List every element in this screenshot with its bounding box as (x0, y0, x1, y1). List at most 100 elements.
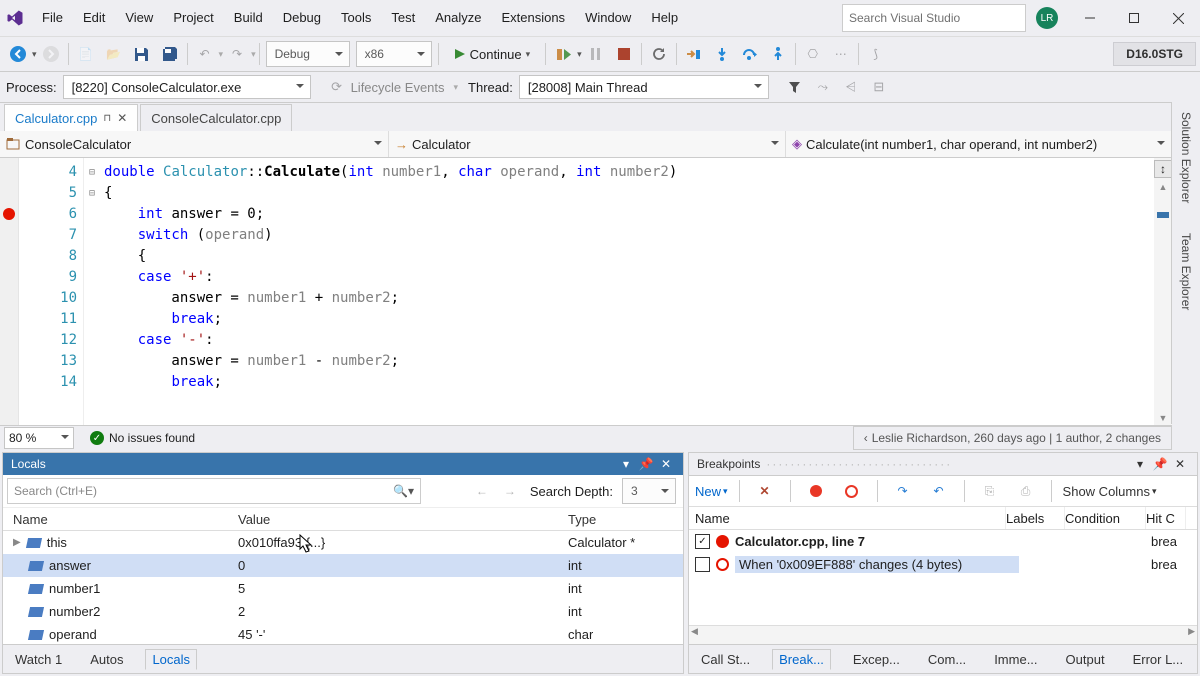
bp-delete-icon[interactable]: ✕ (752, 478, 778, 504)
locals-row-answer[interactable]: answer 0 int (3, 554, 683, 577)
fold-gutter[interactable]: ⊟⊟ (84, 158, 100, 425)
nav-class-combo[interactable]: →Calculator (389, 131, 786, 157)
tab-output[interactable]: Output (1060, 650, 1111, 669)
menu-tools[interactable]: Tools (331, 0, 381, 36)
stop-icon[interactable] (611, 41, 637, 67)
minimize-button[interactable] (1068, 0, 1112, 36)
maximize-button[interactable] (1112, 0, 1156, 36)
breakpoint-dot[interactable] (3, 208, 15, 220)
bp-goto2-icon[interactable]: ⎙ (1013, 478, 1039, 504)
team-explorer-tab[interactable]: Team Explorer (1176, 227, 1196, 316)
debug-icon-c[interactable]: ⟆ (863, 41, 889, 67)
locals-row-number2[interactable]: number2 2int (3, 600, 683, 623)
nav-fwd-button[interactable] (38, 41, 64, 67)
filter2-icon[interactable]: ⤳ (810, 74, 836, 100)
bp-pin-icon[interactable]: 📌 (1151, 455, 1169, 473)
menu-analyze[interactable]: Analyze (425, 0, 491, 36)
tab-autos[interactable]: Autos (84, 650, 129, 669)
nav-project-combo[interactable]: ConsoleCalculator (0, 131, 389, 157)
bp-enable-icon[interactable] (803, 478, 829, 504)
lifecycle-label[interactable]: Lifecycle Events (351, 80, 445, 95)
bp-item-2[interactable]: When '0x009EF888' changes (4 bytes) brea (689, 553, 1197, 576)
bp-checkbox[interactable] (695, 557, 710, 572)
locals-row-this[interactable]: ▶this 0x010ffa93 {...} Calculator * (3, 531, 683, 554)
search-icon[interactable]: 🔍▾ (393, 484, 414, 498)
debug-icon-b[interactable]: ⋯ (828, 41, 854, 67)
search-depth-combo[interactable]: 3 (622, 478, 676, 504)
bp-item-1[interactable]: ✓ Calculator.cpp, line 7 brea (689, 530, 1197, 553)
filter4-icon[interactable]: ⊟ (866, 74, 892, 100)
debug-btn-1[interactable] (550, 41, 576, 67)
new-file-icon[interactable]: 📄 (73, 41, 99, 67)
continue-button[interactable]: Continue ▾ (446, 41, 539, 67)
save-icon[interactable] (129, 41, 155, 67)
platform-combo[interactable]: x86 (356, 41, 432, 67)
pin-icon[interactable]: ⊓ (103, 113, 111, 124)
breakpoints-header[interactable]: Breakpoints ····························… (689, 453, 1197, 476)
bp-checkbox[interactable]: ✓ (695, 534, 710, 549)
open-file-icon[interactable]: 📂 (101, 41, 127, 67)
next-result-icon[interactable]: → (497, 478, 523, 504)
menu-window[interactable]: Window (575, 0, 641, 36)
locals-columns[interactable]: Name Value Type (3, 508, 683, 531)
code-text[interactable]: double Calculator::Calculate(int number1… (100, 158, 1154, 425)
tab-locals[interactable]: Locals (145, 649, 197, 670)
bp-new-button[interactable]: New▾ (695, 484, 728, 499)
zoom-combo[interactable]: 80 % (4, 427, 74, 449)
bp-import-icon[interactable]: ↷ (890, 478, 916, 504)
bp-dropdown-icon[interactable]: ▾ (1131, 455, 1149, 473)
menu-view[interactable]: View (115, 0, 163, 36)
code-editor[interactable]: 4567891011121314 ⊟⊟ double Calculator::C… (0, 158, 1172, 425)
step-over-icon[interactable] (737, 41, 763, 67)
close-button[interactable] (1156, 0, 1200, 36)
filter3-icon[interactable]: ⩤ (838, 74, 864, 100)
tab-consolecalculator[interactable]: ConsoleCalculator.cpp (140, 104, 292, 131)
nav-member-combo[interactable]: ◈Calculate(int number1, char operand, in… (786, 131, 1172, 157)
locals-header[interactable]: Locals ▾ 📌 ✕ (3, 453, 683, 475)
tab-exceptions[interactable]: Excep... (847, 650, 906, 669)
show-next-stmt-icon[interactable] (681, 41, 707, 67)
bp-close-icon[interactable]: ✕ (1171, 455, 1189, 473)
thread-combo[interactable]: [28008] Main Thread (519, 75, 769, 99)
step-into-icon[interactable] (709, 41, 735, 67)
locals-row-number1[interactable]: number1 5int (3, 577, 683, 600)
split-icon[interactable]: ↕ (1154, 160, 1172, 178)
panel-pin-icon[interactable]: 📌 (637, 455, 655, 473)
undo-icon[interactable]: ↶ (192, 41, 218, 67)
bp-showcols-button[interactable]: Show Columns▾ (1063, 484, 1157, 499)
step-out-icon[interactable] (765, 41, 791, 67)
debug-icon-a[interactable]: ⎔ (800, 41, 826, 67)
tab-watch1[interactable]: Watch 1 (9, 650, 68, 669)
tab-breakpoints[interactable]: Break... (772, 649, 831, 670)
nav-back-button[interactable] (5, 41, 31, 67)
issues-badge[interactable]: ✓No issues found (90, 431, 195, 445)
lifecycle-icon[interactable]: ⟳ (324, 74, 350, 100)
search-input[interactable]: Search Visual Studio (842, 4, 1026, 32)
codelens-info[interactable]: ‹ Leslie Richardson, 260 days ago | 1 au… (853, 426, 1172, 450)
scroll-track[interactable]: ↕ ▲ ▼ (1154, 158, 1172, 425)
tab-immediate[interactable]: Imme... (988, 650, 1043, 669)
pause-icon[interactable] (583, 41, 609, 67)
breakpoint-gutter[interactable] (0, 158, 19, 425)
menu-project[interactable]: Project (163, 0, 223, 36)
bp-columns-header[interactable]: Name Labels Condition Hit C (689, 507, 1197, 530)
config-combo[interactable]: Debug (266, 41, 350, 67)
tab-callstack[interactable]: Call St... (695, 650, 756, 669)
save-all-icon[interactable] (157, 41, 183, 67)
menu-build[interactable]: Build (224, 0, 273, 36)
prev-result-icon[interactable]: ← (469, 478, 495, 504)
tab-calculator[interactable]: Calculator.cpp⊓✕ (4, 104, 138, 131)
panel-close-icon[interactable]: ✕ (657, 455, 675, 473)
solution-explorer-tab[interactable]: Solution Explorer (1176, 106, 1196, 209)
tab-errorlist[interactable]: Error L... (1127, 650, 1190, 669)
menu-help[interactable]: Help (641, 0, 688, 36)
menu-debug[interactable]: Debug (273, 0, 331, 36)
bp-export-icon[interactable]: ↶ (926, 478, 952, 504)
locals-row-operand[interactable]: operand 45 '-'char (3, 623, 683, 644)
menu-extensions[interactable]: Extensions (491, 0, 575, 36)
panel-dropdown-icon[interactable]: ▾ (617, 455, 635, 473)
redo-icon[interactable]: ↷ (224, 41, 250, 67)
filter-icon[interactable] (782, 74, 808, 100)
bp-goto-icon[interactable]: ⎘ (977, 478, 1003, 504)
bp-hscroll[interactable] (689, 625, 1197, 644)
